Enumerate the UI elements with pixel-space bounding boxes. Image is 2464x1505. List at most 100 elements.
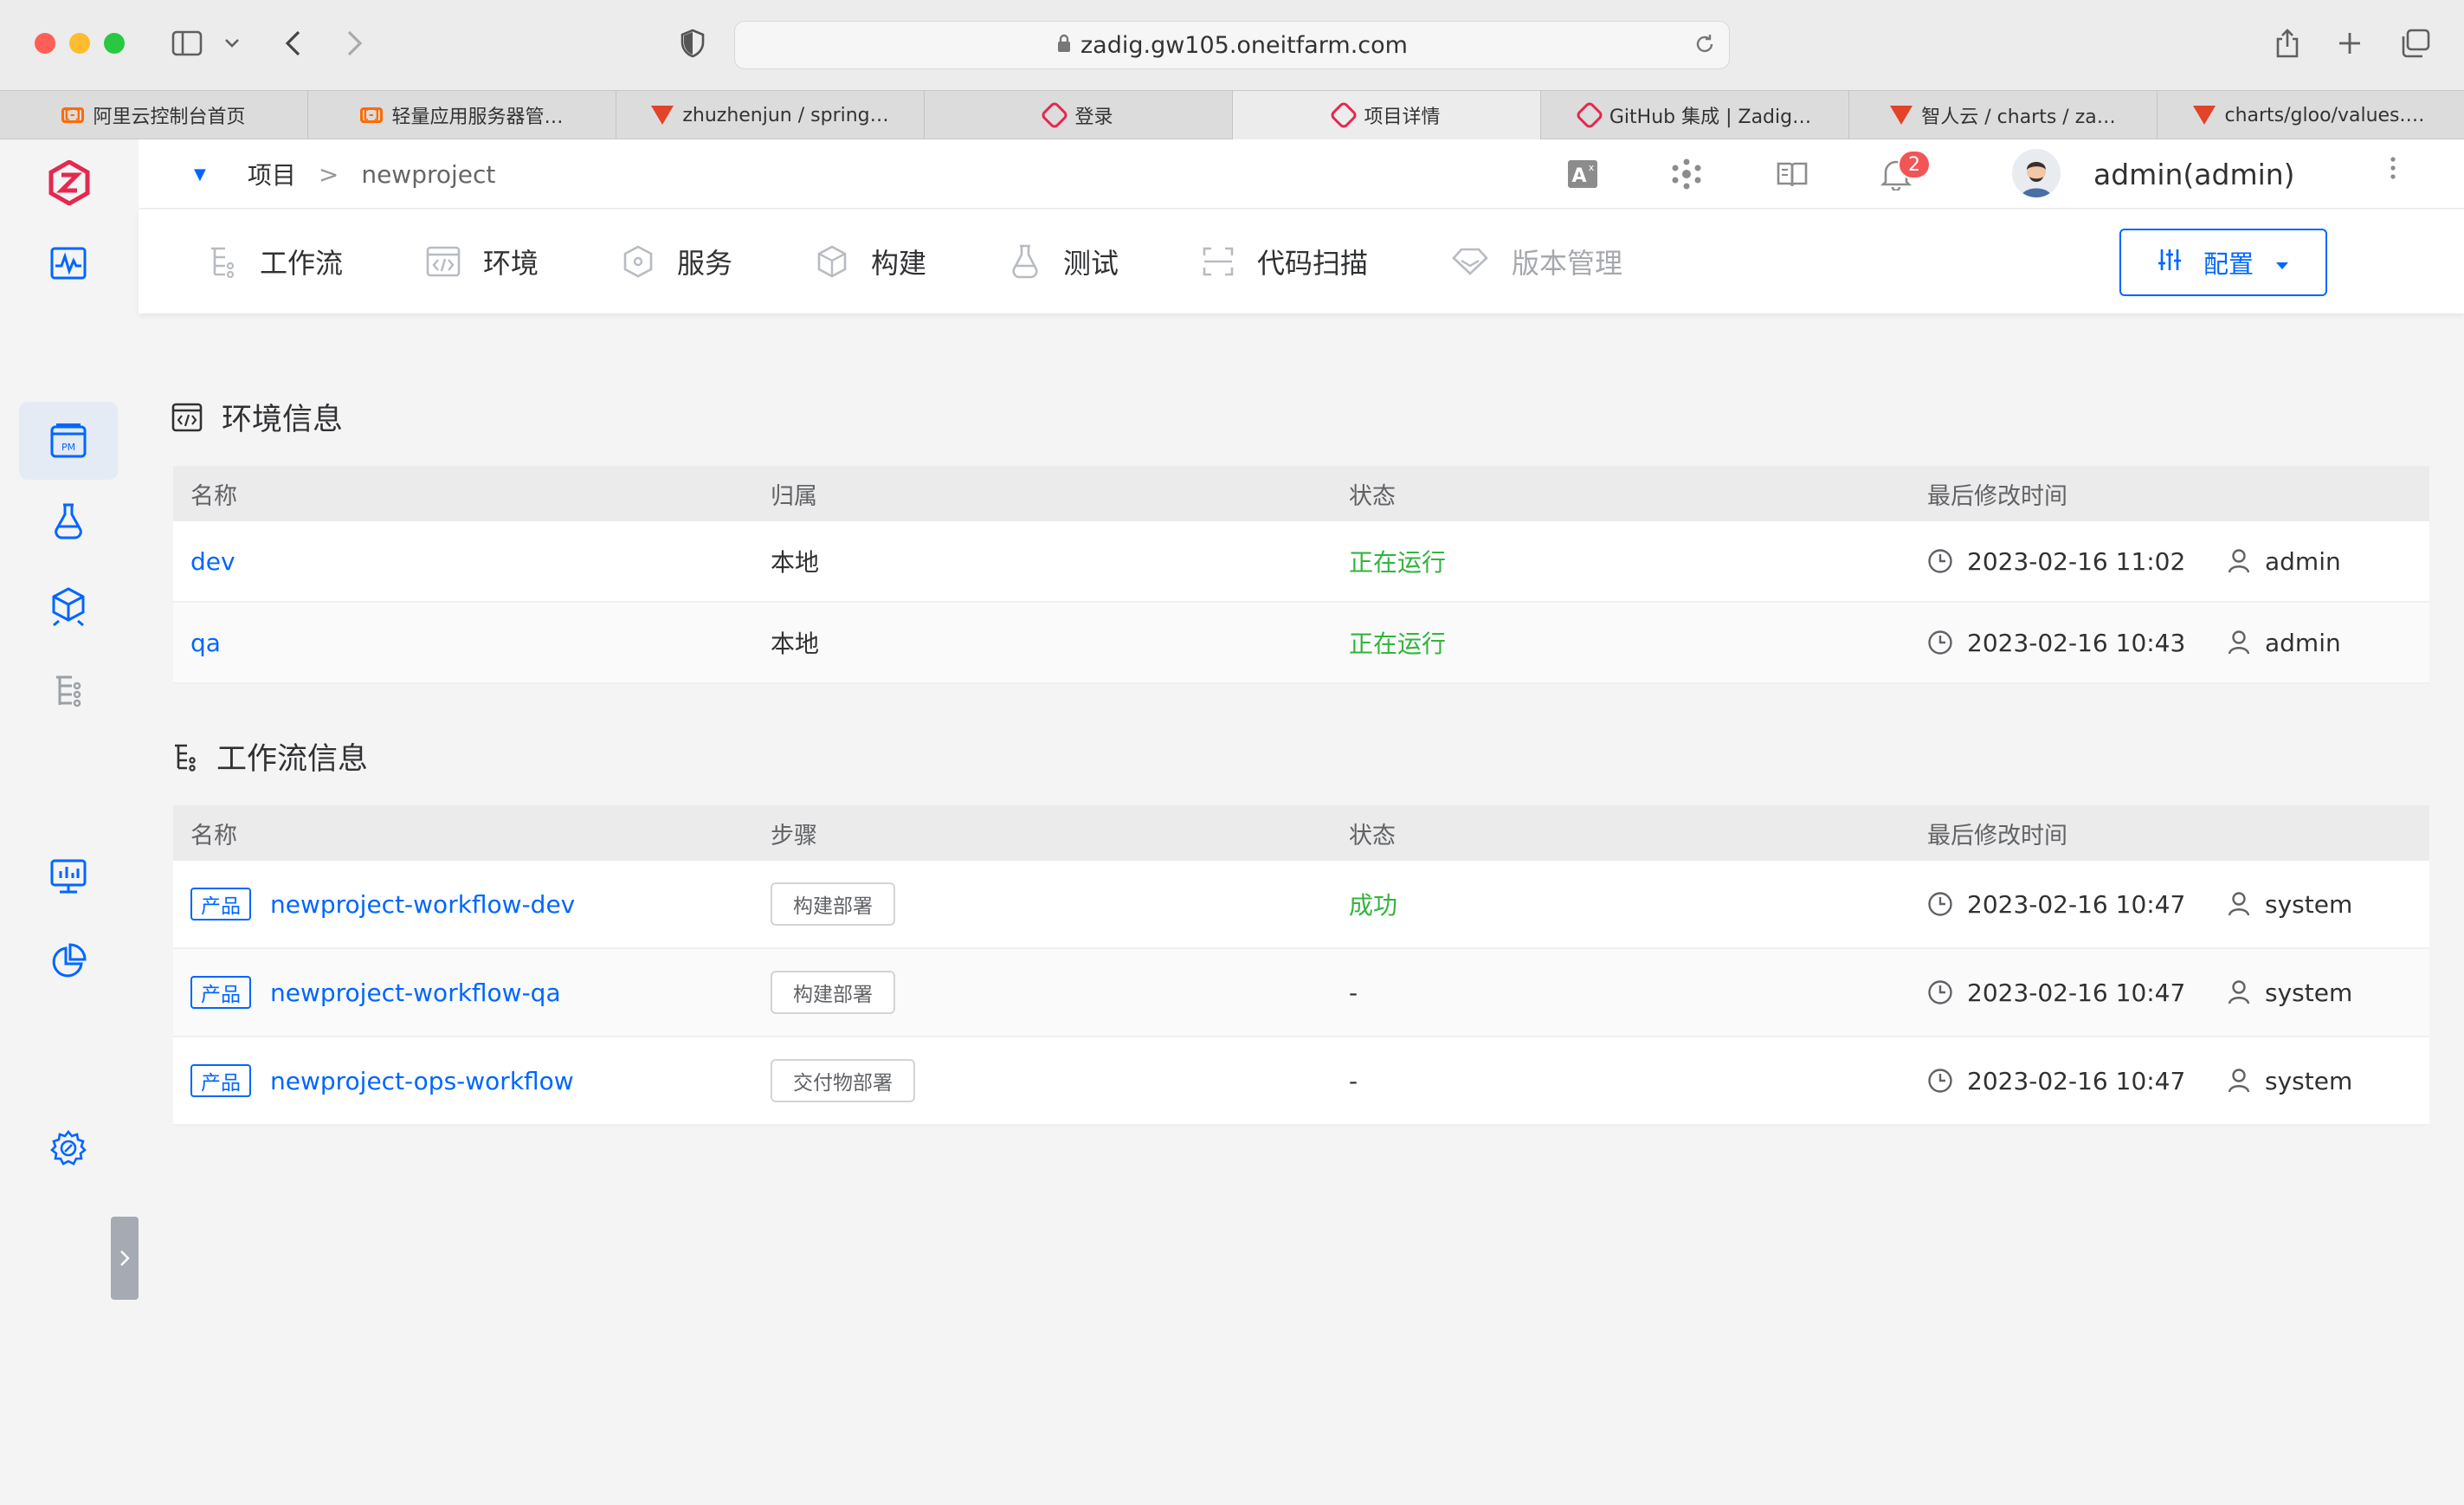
workflow-name-link[interactable]: newproject-ops-workflow	[270, 1067, 574, 1095]
tab-strip: [-] 阿里云控制台首页 [-] 轻量应用服务器管… zhuzhenjun / sp…	[0, 90, 2464, 139]
config-label: 配置	[2203, 249, 2254, 279]
workflow-tree-icon	[171, 742, 197, 772]
tab-code-scan[interactable]: 代码扫描	[1202, 210, 1368, 313]
tab-title: GitHub 集成 | Zadig…	[1609, 107, 1812, 128]
user-icon	[2227, 1068, 2251, 1094]
modified-time: 2023-02-16 10:47	[1967, 1066, 2186, 1095]
pie-chart-icon[interactable]	[19, 922, 118, 1000]
modified-user: admin	[2265, 628, 2341, 657]
browser-tab[interactable]: [-] 轻量应用服务器管…	[308, 91, 616, 139]
env-name-link[interactable]: qa	[190, 603, 221, 682]
table-header: 名称 步骤 状态 最后修改时间	[173, 805, 2429, 861]
column-header: 最后修改时间	[1927, 822, 2067, 849]
test-flask-icon	[1009, 243, 1041, 280]
url-text: zadig.gw105.oneitfarm.com	[1080, 31, 1408, 59]
browser-tab[interactable]: charts/gloo/values.…	[2158, 91, 2461, 139]
tab-environment[interactable]: 环境	[426, 210, 539, 313]
clock-icon	[1927, 891, 1953, 917]
browser-tab-active[interactable]: 项目详情	[1233, 91, 1541, 139]
workflow-section-title: 工作流信息	[171, 734, 368, 778]
diamond-icon	[1451, 247, 1489, 276]
avatar[interactable]	[2012, 149, 2061, 197]
user-icon	[2227, 630, 2251, 656]
browser-tab[interactable]: 登录	[925, 91, 1233, 139]
zadig-icon	[1329, 100, 1359, 130]
browser-tab[interactable]: 智人云 / charts / za…	[1849, 91, 2158, 139]
translate-icon[interactable]: Ax	[1564, 155, 1602, 193]
product-tag: 产品	[190, 976, 251, 1009]
lock-icon	[1056, 32, 1072, 59]
env-name-link[interactable]: dev	[190, 521, 235, 601]
zoom-window-button[interactable]	[104, 33, 125, 54]
new-tab-icon[interactable]	[2331, 23, 2369, 64]
tab-build[interactable]: 构建	[816, 210, 926, 313]
tab-service[interactable]: 服务	[622, 210, 732, 313]
settings-gear-icon[interactable]	[19, 1109, 118, 1187]
aliyun-icon: [-]	[61, 106, 85, 125]
minimize-window-button[interactable]	[69, 33, 90, 54]
address-bar[interactable]: zadig.gw105.oneitfarm.com	[734, 21, 1730, 69]
tab-overview-icon[interactable]	[2396, 23, 2435, 64]
docs-book-icon[interactable]	[1773, 155, 1811, 193]
plugin-dots-icon[interactable]	[1667, 155, 1706, 193]
tab-label: 构建	[871, 247, 927, 280]
tab-title: 登录	[1074, 107, 1113, 128]
project-nav: 工作流 环境 服务 构建 测试 代码扫描 版本管理 配置	[139, 210, 2464, 313]
tab-title: 轻量应用服务器管…	[391, 107, 564, 128]
tab-title: charts/gloo/values.…	[2224, 104, 2425, 126]
project-manage-icon[interactable]: PM	[19, 402, 118, 480]
user-name[interactable]: admin(admin)	[2093, 139, 2295, 209]
tab-title: zhuzhenjun / spring…	[682, 104, 889, 126]
sidebar-expand-button[interactable]	[111, 1217, 139, 1300]
scan-frame-icon	[1202, 246, 1235, 277]
user-icon	[2227, 979, 2251, 1005]
notification-bell-icon[interactable]: 2	[1877, 150, 1931, 193]
workflow-name-link[interactable]: newproject-workflow-qa	[270, 979, 561, 1007]
chevron-down-icon[interactable]	[220, 23, 244, 64]
browser-tab[interactable]: GitHub 集成 | Zadig…	[1541, 91, 1849, 139]
tab-test[interactable]: 测试	[1009, 210, 1119, 313]
delivery-package-icon[interactable]	[19, 567, 118, 645]
zadig-logo-icon[interactable]	[48, 159, 90, 209]
app-header: ▼ 项目 > newproject Ax 2 admin(admin)	[139, 139, 2464, 209]
browser-titlebar: zadig.gw105.oneitfarm.com	[0, 0, 2464, 90]
env-owner: 本地	[771, 630, 820, 658]
browser-tab[interactable]: zhuzhenjun / spring…	[616, 91, 925, 139]
dashboard-icon[interactable]	[19, 224, 118, 302]
modified-time: 2023-02-16 10:47	[1967, 889, 2186, 919]
column-header: 名称	[190, 482, 237, 510]
close-window-button[interactable]	[35, 33, 55, 54]
env-status: 正在运行	[1349, 630, 1447, 658]
tab-workflow[interactable]: 工作流	[208, 210, 343, 313]
test-flask-icon[interactable]	[19, 482, 118, 560]
breadcrumb-root[interactable]: 项目	[248, 157, 296, 191]
workflow-tree-icon[interactable]	[19, 652, 118, 730]
env-owner: 本地	[771, 548, 820, 577]
reload-icon[interactable]	[1693, 32, 1717, 62]
share-icon[interactable]	[2268, 23, 2306, 64]
tab-title: 智人云 / charts / za…	[1921, 107, 2116, 128]
clock-icon	[1927, 1068, 1953, 1094]
config-button[interactable]: 配置	[2119, 229, 2327, 296]
tab-label: 版本管理	[1512, 247, 1623, 280]
caret-down-icon[interactable]: ▼	[194, 165, 206, 184]
workflow-name-link[interactable]: newproject-workflow-dev	[270, 890, 575, 919]
forward-icon[interactable]	[338, 23, 372, 64]
workflow-tree-icon	[208, 245, 237, 278]
sidebar-toggle-icon[interactable]	[168, 23, 206, 64]
user-icon	[2227, 548, 2251, 574]
modified-user: system	[2265, 978, 2353, 1007]
notification-badge: 2	[1898, 150, 1931, 179]
browser-tab[interactable]: [-] 阿里云控制台首页	[0, 91, 308, 139]
product-tag: 产品	[190, 1064, 251, 1097]
monitor-chart-icon[interactable]	[19, 837, 118, 915]
tab-label: 工作流	[260, 247, 344, 280]
gitlab-icon	[651, 106, 674, 125]
back-icon[interactable]	[275, 23, 310, 64]
tab-version-management[interactable]: 版本管理	[1451, 210, 1622, 313]
more-vertical-icon[interactable]	[2390, 155, 2396, 188]
table-row: 产品 newproject-workflow-qa 构建部署 - 2023-02-…	[173, 949, 2429, 1037]
tab-label: 环境	[483, 247, 539, 280]
gitlab-icon	[1890, 106, 1913, 125]
privacy-shield-icon[interactable]	[675, 23, 710, 64]
